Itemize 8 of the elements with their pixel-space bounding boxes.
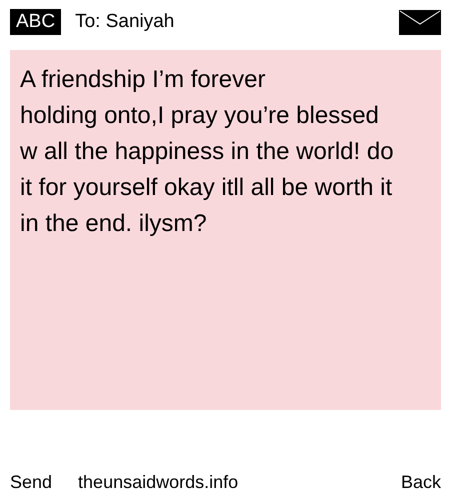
back-button[interactable]: Back bbox=[400, 472, 441, 493]
message-text: A friendship I’m forever holding onto,I pray you’re blessed w all the happiness in the world! do it for yourself okay itll all be worth it in the end. ilysm? bbox=[20, 65, 395, 239]
website-label: theunsaidwords.info bbox=[78, 472, 240, 493]
input-mode-badge: ABC bbox=[10, 9, 62, 35]
send-button[interactable]: Send bbox=[10, 472, 52, 493]
envelope-icon[interactable] bbox=[399, 10, 441, 34]
message-area[interactable]: A friendship I’m forever holding onto,I pray you’re blessed w all the happiness in the world! do it for yourself okay itll all be worth it in the end. ilysm? bbox=[10, 50, 441, 410]
recipient-label: To: Saniyah bbox=[75, 11, 176, 33]
